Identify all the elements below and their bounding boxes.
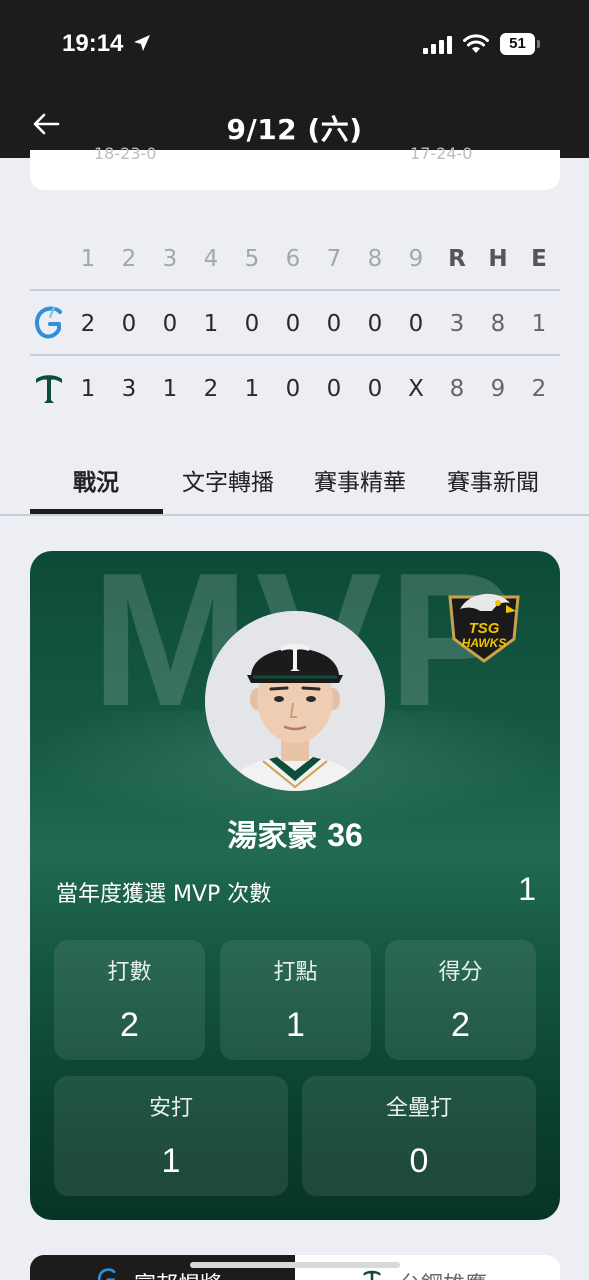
stat-label: 打點 — [273, 960, 318, 985]
runs-total: 3 — [449, 311, 465, 337]
inning-score: 0 — [367, 376, 383, 402]
stat-home-runs: 全壘打 0 — [302, 1076, 536, 1196]
stat-value: 2 — [451, 1006, 470, 1044]
inning-score: 1 — [244, 376, 260, 402]
home-indicator — [190, 1262, 400, 1268]
inning-score: 0 — [367, 311, 383, 337]
home-record: 17-24-0 — [410, 144, 473, 163]
giants-logo-icon — [97, 1268, 116, 1280]
page-title: 9/12 (六) — [226, 113, 363, 146]
stat-runs: 得分 2 — [385, 940, 536, 1060]
mvp-card[interactable]: MVP TSG HAWKS — [30, 551, 560, 1220]
away-record: 18-23-0 — [94, 144, 157, 163]
svg-text:TSG: TSG — [469, 620, 500, 637]
stat-at-bats: 打數 2 — [54, 940, 205, 1060]
errors-total: 1 — [531, 311, 547, 337]
game-tabs: 戰況 文字轉播 賽事精華 賽事新聞 — [0, 445, 589, 516]
stat-hits: 安打 1 — [54, 1076, 288, 1196]
inning-score: 0 — [285, 311, 301, 337]
inning-score: 0 — [326, 311, 342, 337]
battery-icon: 51 — [500, 33, 540, 55]
team-tab-label: 富邦悍將 — [134, 1267, 222, 1280]
stat-value: 0 — [409, 1142, 429, 1180]
errors-header: E — [531, 246, 547, 272]
tab-news[interactable]: 賽事新聞 — [428, 463, 558, 497]
stat-value: 2 — [120, 1006, 139, 1044]
inning-header: 6 — [285, 246, 301, 272]
status-bar: 19:14 51 — [0, 0, 589, 88]
hawks-t-logo-icon — [363, 1270, 381, 1280]
line-score-header-row: 1 2 3 4 5 6 7 8 9 R H E — [30, 235, 560, 291]
inning-score: 2 — [203, 376, 219, 402]
tab-text-broadcast[interactable]: 文字轉播 — [163, 463, 293, 497]
hits-total: 9 — [490, 376, 506, 402]
home-team-row: 1 3 1 2 1 0 0 0 X 8 9 2 — [30, 356, 560, 421]
player-name: 湯家豪 — [227, 819, 318, 854]
stat-rbi: 打點 1 — [220, 940, 371, 1060]
inning-score: 0 — [244, 311, 260, 337]
inning-score: 1 — [203, 311, 219, 337]
active-tab-indicator — [30, 509, 163, 514]
inning-score: 0 — [285, 376, 301, 402]
inning-header: 1 — [80, 246, 96, 272]
line-score-table: 1 2 3 4 5 6 7 8 9 R H E 2 0 0 1 0 0 0 0 … — [30, 235, 560, 421]
mvp-count-label: 當年度獲選 MVP 次數 — [56, 882, 272, 907]
mvp-count-value: 1 — [518, 871, 536, 907]
inning-header: 3 — [162, 246, 178, 272]
inning-score: 0 — [162, 311, 178, 337]
inning-score: 0 — [121, 311, 137, 337]
navigation-bar: 9/12 (六) — [0, 88, 589, 158]
inning-score: 2 — [80, 311, 96, 337]
inning-header: 7 — [326, 246, 342, 272]
stat-value: 1 — [161, 1142, 181, 1180]
player-number: 36 — [327, 817, 363, 853]
inning-score: 1 — [80, 376, 96, 402]
player-name-line: 湯家豪 36 — [30, 811, 560, 855]
team-records-card: 18-23-0 17-24-0 — [30, 144, 560, 190]
team-tab-label: 台鋼雄鷹 — [399, 1267, 487, 1280]
inning-header: 9 — [408, 246, 424, 272]
player-avatar — [205, 611, 385, 791]
errors-total: 2 — [531, 376, 547, 402]
inning-header: 2 — [121, 246, 137, 272]
stat-label: 打數 — [107, 960, 152, 985]
runs-header: R — [448, 246, 466, 272]
hits-total: 8 — [490, 311, 506, 337]
tab-highlights[interactable]: 賽事精華 — [295, 463, 425, 497]
battery-level: 51 — [500, 33, 535, 55]
stat-label: 得分 — [438, 960, 483, 985]
wifi-icon — [463, 34, 489, 53]
stat-label: 安打 — [148, 1096, 193, 1121]
location-arrow-icon — [134, 35, 150, 51]
stat-label: 全壘打 — [385, 1096, 452, 1121]
hits-header: H — [488, 246, 508, 272]
inning-header: 5 — [244, 246, 260, 272]
inning-score: X — [408, 376, 424, 402]
giants-logo-icon — [35, 306, 62, 339]
status-time: 19:14 — [62, 30, 124, 57]
inning-header: 4 — [203, 246, 219, 272]
runs-total: 8 — [449, 376, 465, 402]
tsg-hawks-logo: TSG HAWKS — [448, 593, 520, 663]
inning-score: 1 — [162, 376, 178, 402]
tab-game-status[interactable]: 戰況 — [31, 463, 161, 497]
inning-score: 0 — [326, 376, 342, 402]
cellular-signal-icon — [423, 36, 452, 54]
inning-score: 3 — [121, 376, 137, 402]
inning-header: 8 — [367, 246, 383, 272]
away-team-row: 2 0 0 1 0 0 0 0 0 3 8 1 — [30, 291, 560, 356]
hawks-t-logo-icon — [36, 375, 62, 403]
svg-text:HAWKS: HAWKS — [462, 636, 507, 650]
inning-score: 0 — [408, 311, 424, 337]
stat-value: 1 — [286, 1006, 305, 1044]
